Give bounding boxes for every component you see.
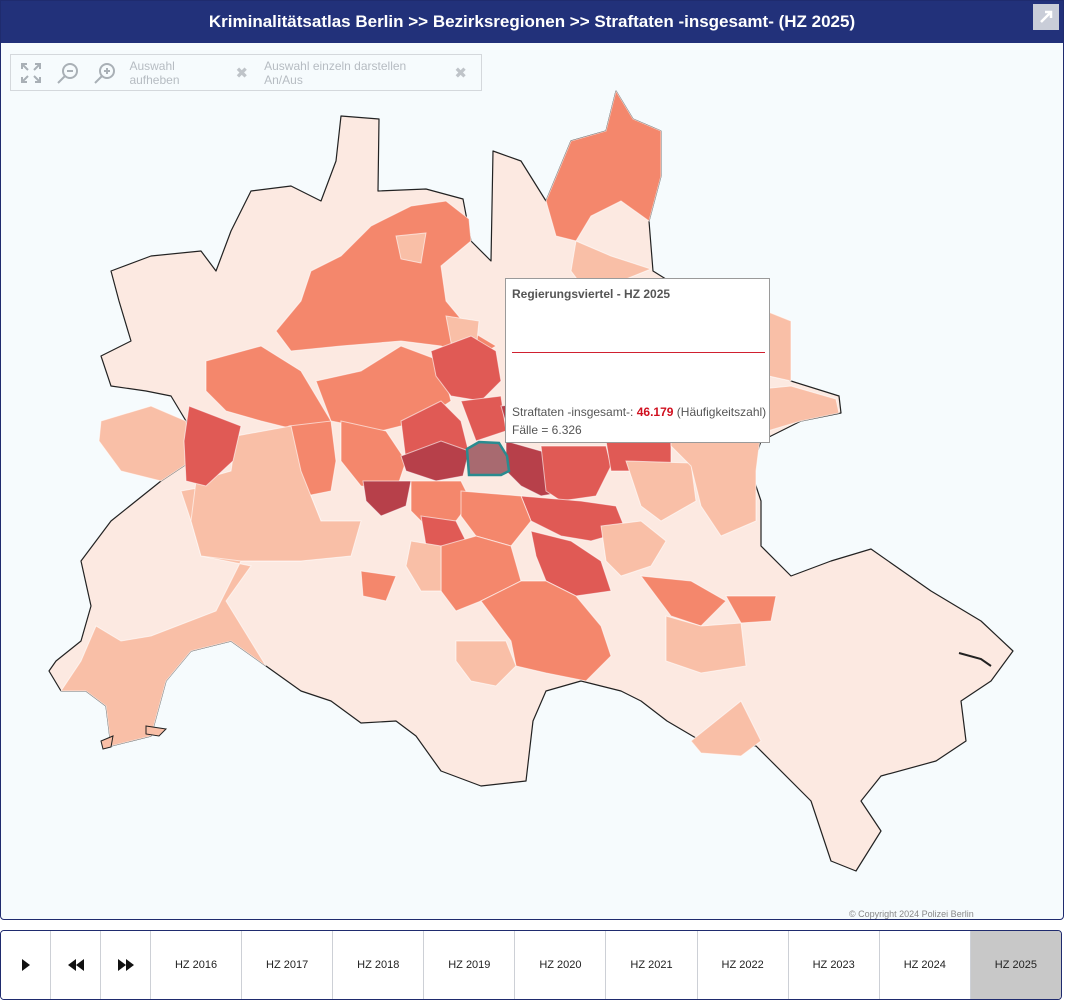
year-tab[interactable]: HZ 2024	[880, 931, 971, 999]
year-tab[interactable]: HZ 2022	[698, 931, 789, 999]
year-tab[interactable]: HZ 2016	[151, 931, 243, 999]
year-tab[interactable]: HZ 2018	[333, 931, 425, 999]
tooltip-metric-label: Straftaten -insgesamt-:	[512, 405, 634, 419]
year-tab[interactable]: HZ 2017	[242, 931, 334, 999]
year-tab[interactable]: HZ 2019	[424, 931, 516, 999]
timeline-bar: HZ 2016 HZ 2017 HZ 2018 HZ 2019 HZ 2020 …	[0, 930, 1062, 1000]
berlin-choropleth-map[interactable]	[1, 45, 1063, 915]
play-button[interactable]	[1, 931, 51, 999]
year-tab-active[interactable]: HZ 2025	[970, 931, 1061, 999]
year-tab[interactable]: HZ 2021	[606, 931, 698, 999]
tooltip-title: Regierungsviertel - HZ 2025	[512, 287, 671, 301]
copyright-notice: © Copyright 2024 Polizei Berlin	[849, 909, 974, 919]
region-tooltip: Regierungsviertel - HZ 2025 Straftaten -…	[505, 278, 770, 443]
tooltip-cases: Fälle = 6.326	[512, 423, 582, 437]
year-tab[interactable]: HZ 2023	[789, 931, 880, 999]
rewind-icon	[67, 959, 84, 971]
year-tab[interactable]: HZ 2020	[515, 931, 607, 999]
tooltip-metric-unit: (Häufigkeitszahl)	[676, 405, 767, 419]
fast-forward-icon	[117, 959, 134, 971]
step-back-button[interactable]	[51, 931, 101, 999]
expand-icon[interactable]	[1033, 4, 1059, 30]
page-title: Kriminalitätsatlas Berlin >> Bezirksregi…	[1, 1, 1063, 43]
selected-region-regierungsviertel	[465, 440, 511, 477]
map-panel: Kriminalitätsatlas Berlin >> Bezirksregi…	[0, 0, 1064, 920]
tooltip-metric-value: 46.179	[636, 405, 674, 419]
play-icon	[21, 959, 30, 971]
tooltip-divider	[512, 352, 765, 353]
tooltip-metric: Straftaten -insgesamt-: 46.179 (Häufigke…	[512, 405, 766, 419]
step-forward-button[interactable]	[101, 931, 151, 999]
